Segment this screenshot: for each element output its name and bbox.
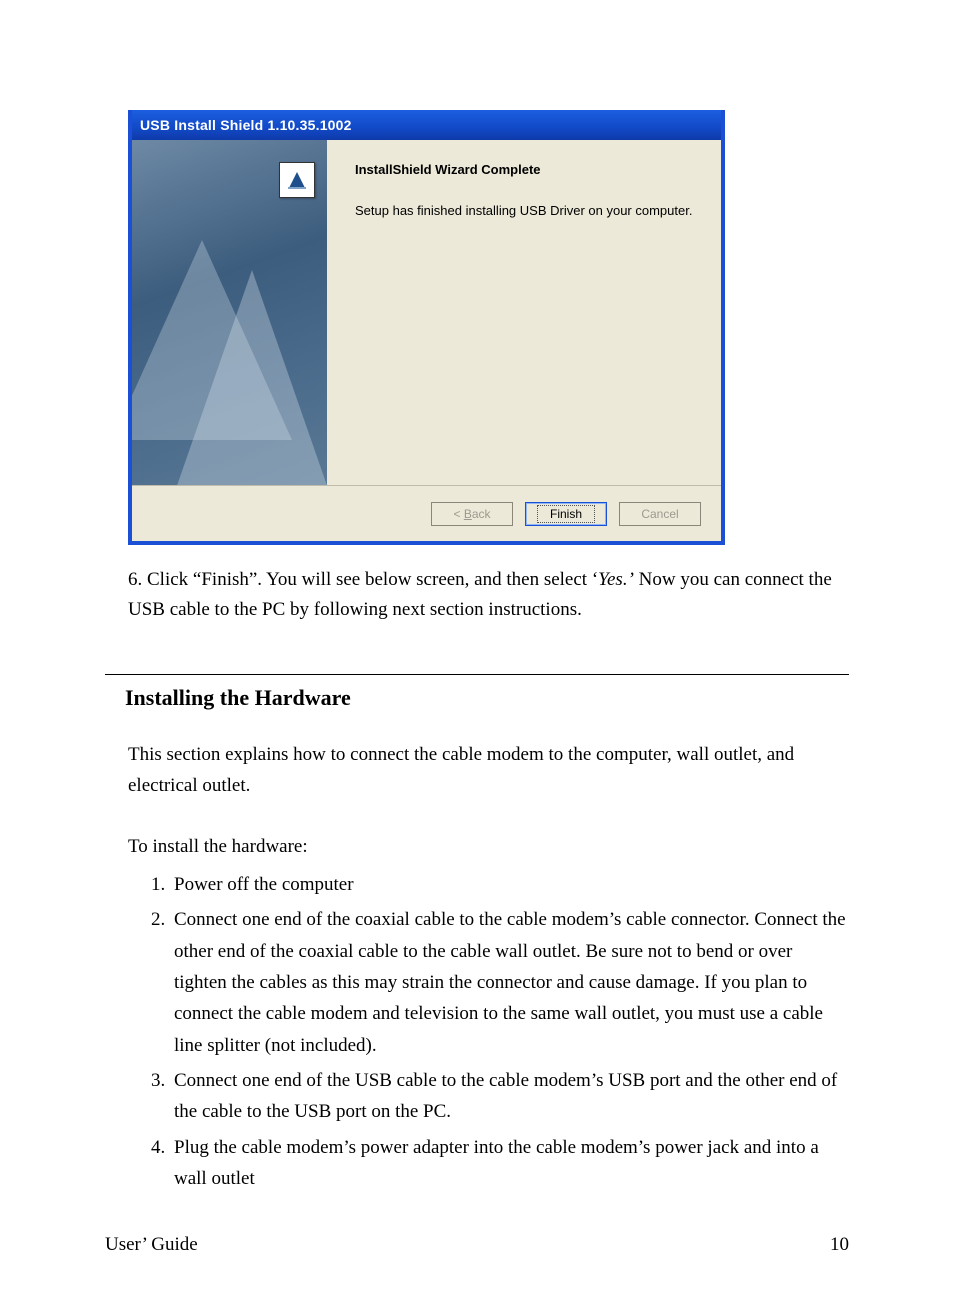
section-intro: This section explains how to connect the… <box>128 739 849 802</box>
footer-left: User’ Guide <box>105 1234 198 1256</box>
finish-button[interactable]: Finish <box>525 502 607 526</box>
decor-triangle <box>172 270 327 485</box>
section-heading: Installing the Hardware <box>125 685 849 711</box>
dialog-message: Setup has finished installing USB Driver… <box>355 203 701 218</box>
list-item: Connect one end of the coaxial cable to … <box>170 904 849 1061</box>
step-6-paragraph: 6. Click “Finish”. You will see below sc… <box>128 565 849 626</box>
dialog-titlebar: USB Install Shield 1.10.35.1002 <box>132 110 721 140</box>
list-item: Power off the computer <box>170 869 849 900</box>
installshield-logo-icon <box>279 162 315 198</box>
page-footer: User’ Guide 10 <box>105 1234 849 1256</box>
list-item: Connect one end of the USB cable to the … <box>170 1065 849 1128</box>
dialog-button-row: < Back Finish Cancel <box>132 485 721 541</box>
back-button-label: < Back <box>453 507 490 521</box>
back-button: < Back <box>431 502 513 526</box>
cancel-button-label: Cancel <box>641 507 678 521</box>
dialog-body: InstallShield Wizard Complete Setup has … <box>132 140 721 485</box>
steps-list: Power off the computer Connect one end o… <box>105 869 849 1194</box>
installshield-dialog: USB Install Shield 1.10.35.1002 InstallS… <box>128 110 725 545</box>
document-page: USB Install Shield 1.10.35.1002 InstallS… <box>0 0 954 1296</box>
text-italic: Yes.’ <box>598 569 634 590</box>
dialog-heading: InstallShield Wizard Complete <box>355 162 701 177</box>
section-divider <box>105 674 849 675</box>
finish-button-label: Finish <box>537 505 595 523</box>
cancel-button: Cancel <box>619 502 701 526</box>
list-item: Plug the cable modem’s power adapter int… <box>170 1132 849 1195</box>
dialog-side-graphic <box>132 140 327 485</box>
dialog-content: InstallShield Wizard Complete Setup has … <box>327 140 721 485</box>
page-number: 10 <box>830 1234 849 1256</box>
text: 6. Click “Finish”. You will see below sc… <box>128 569 598 590</box>
steps-lead: To install the hardware: <box>128 831 849 862</box>
